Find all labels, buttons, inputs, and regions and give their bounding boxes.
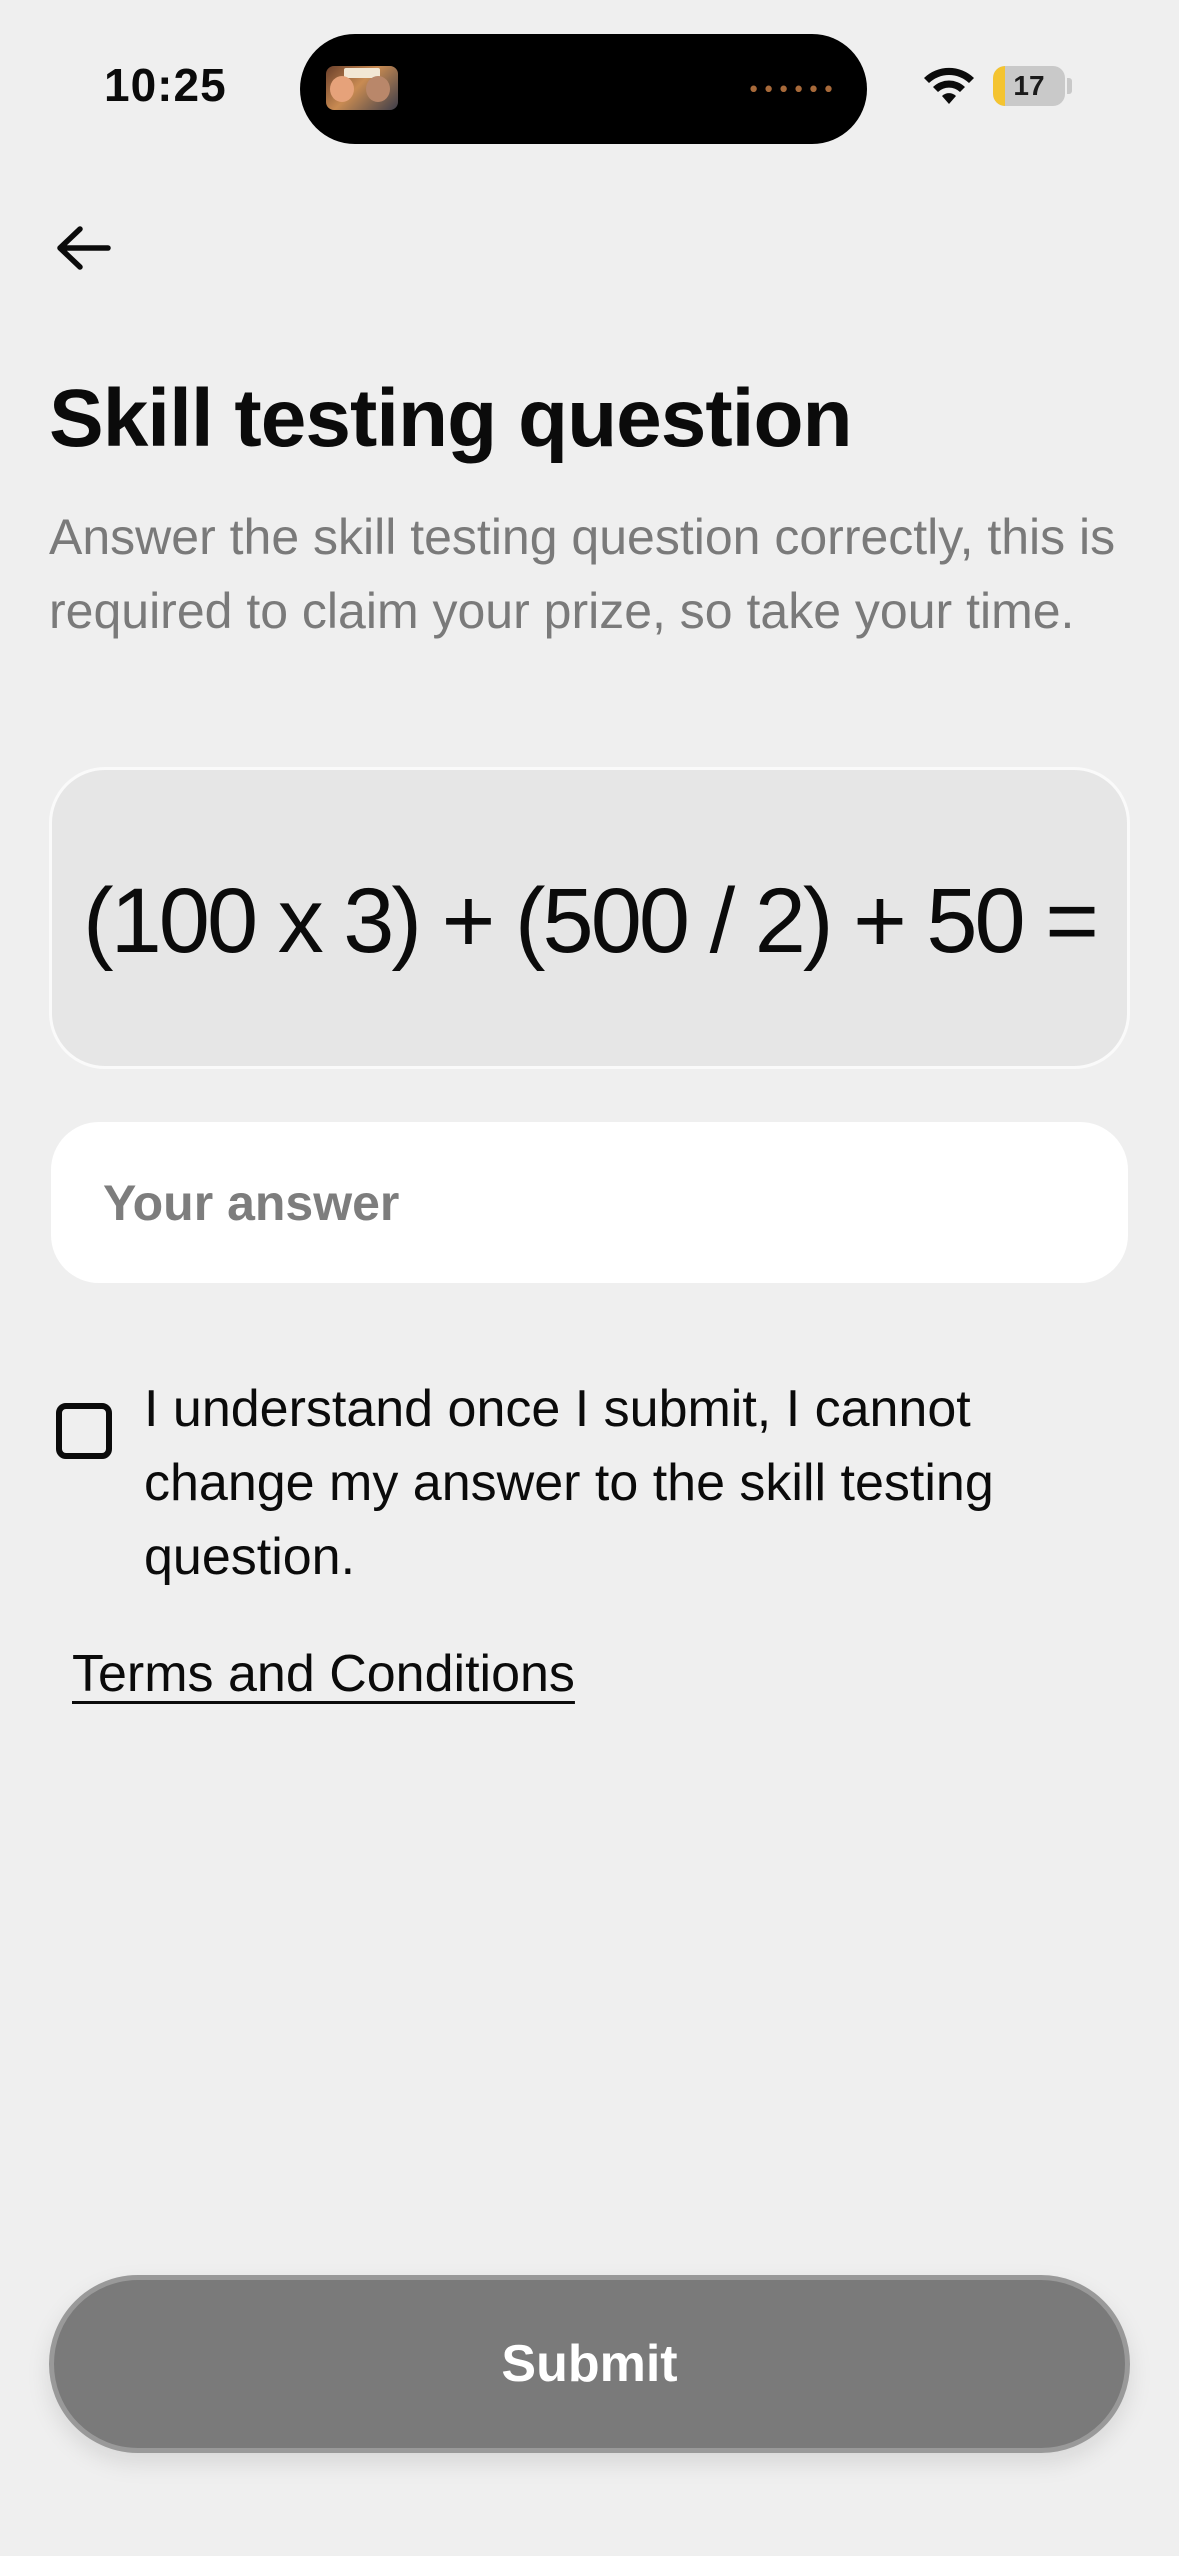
dynamic-island[interactable]: •••••• <box>300 34 867 144</box>
now-playing-artwork <box>326 66 398 110</box>
acknowledgement-label[interactable]: I understand once I submit, I cannot cha… <box>144 1372 1104 1594</box>
battery-cap <box>1067 78 1072 94</box>
page-subtitle: Answer the skill testing question correc… <box>49 509 1116 639</box>
back-button[interactable] <box>48 212 120 284</box>
terms-and-conditions-link[interactable]: Terms and Conditions <box>72 1644 575 1704</box>
activity-indicator: •••••• <box>747 78 837 103</box>
page-title: Skill testing question <box>49 373 853 464</box>
arrow-left-icon <box>57 226 111 270</box>
submit-button[interactable]: Submit <box>49 2275 1130 2453</box>
acknowledgement-checkbox[interactable] <box>56 1403 112 1459</box>
battery-icon: 17 <box>993 66 1065 106</box>
question-text: (100 x 3) + (500 / 2) + 50 = <box>83 869 1099 972</box>
battery-level: 17 <box>1013 70 1045 101</box>
question-card: (100 x 3) + (500 / 2) + 50 = <box>49 767 1130 1069</box>
wifi-icon <box>924 67 974 104</box>
status-time: 10:25 <box>104 59 227 111</box>
answer-input[interactable] <box>51 1122 1128 1283</box>
screen: 10:25 •••••• 17 Skill testing question A… <box>0 0 1179 2556</box>
